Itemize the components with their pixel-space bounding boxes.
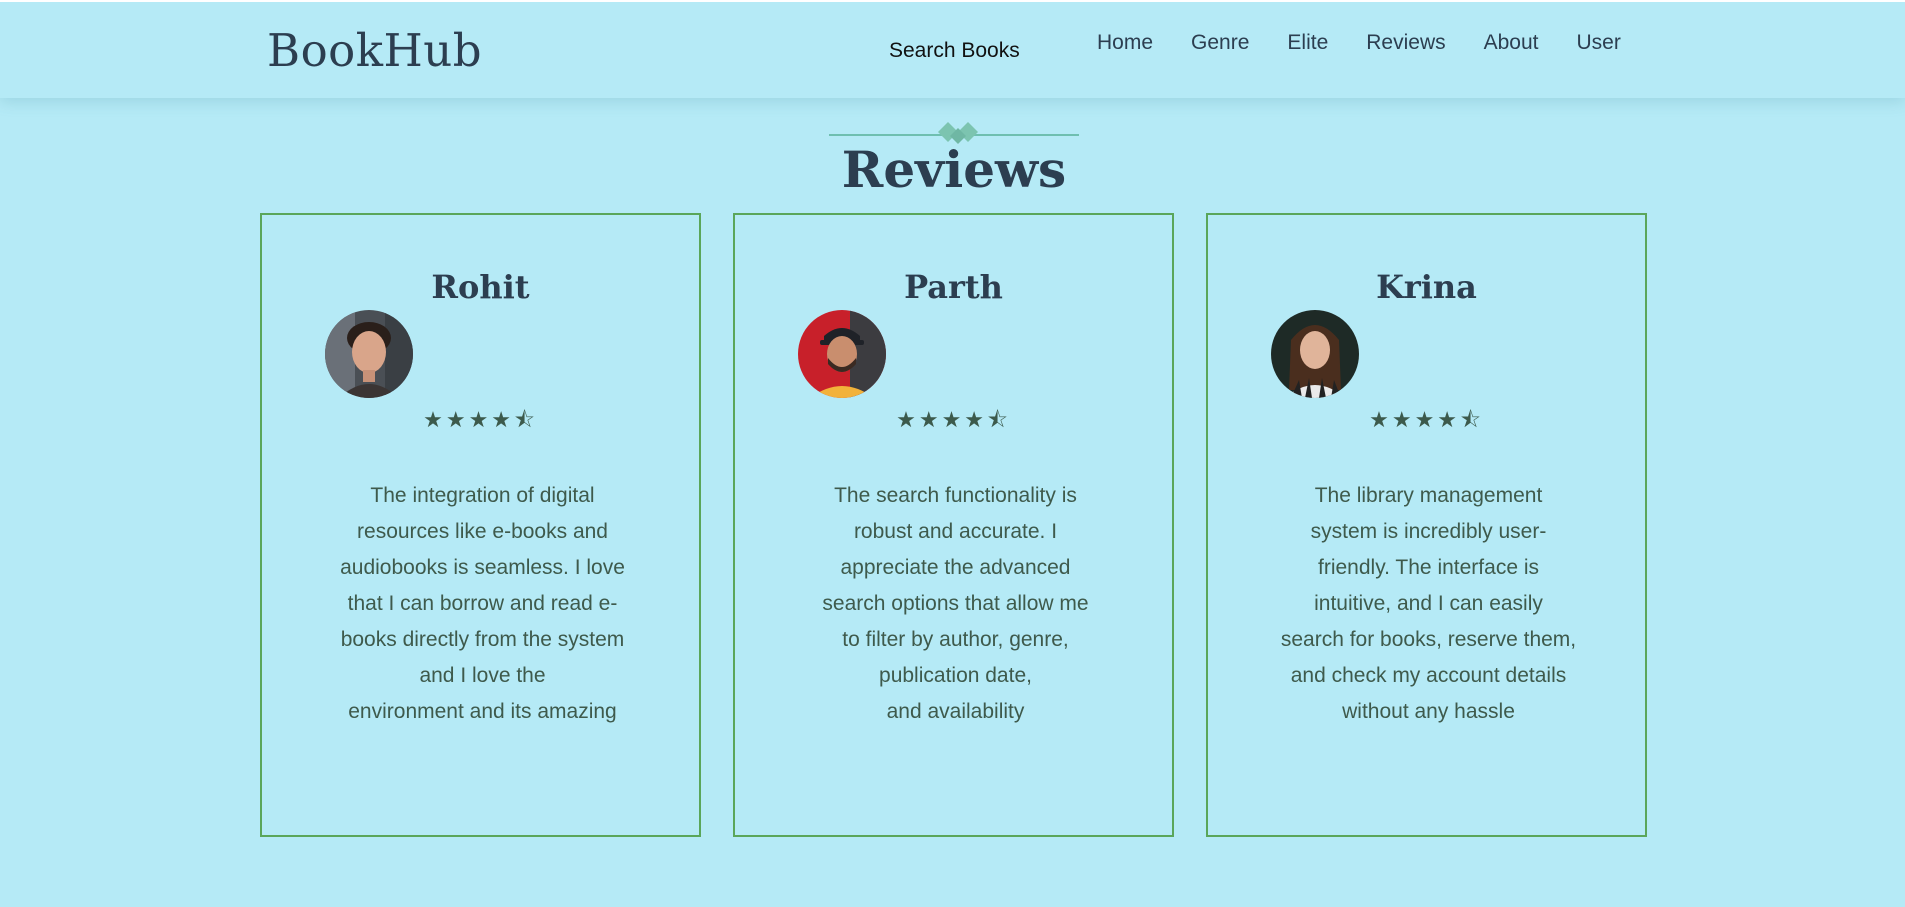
review-card-parth: Parth ★★★★⯪ The search functionality is … xyxy=(733,213,1174,837)
reviewer-name: Rohit xyxy=(431,268,530,306)
site-header: BookHub Search Books Home Genre Elite Re… xyxy=(0,0,1905,98)
avatar xyxy=(798,310,886,398)
reviewer-name: Krina xyxy=(1376,268,1477,306)
avatar xyxy=(325,310,413,398)
review-card-rohit: Rohit ★★★★⯪ The integration of digital r… xyxy=(260,213,701,837)
nav-reviews[interactable]: Reviews xyxy=(1366,31,1445,55)
review-card-krina: Krina ★★★★⯪ The library management syste… xyxy=(1206,213,1647,837)
rating-stars: ★★★★⯪ xyxy=(896,408,1011,433)
reviews-heading: Reviews xyxy=(829,120,1079,200)
rating-stars: ★★★★⯪ xyxy=(423,408,538,433)
nav-about[interactable]: About xyxy=(1484,31,1539,55)
site-logo[interactable]: BookHub xyxy=(267,24,482,77)
review-text: The integration of digital resources lik… xyxy=(340,484,625,723)
nav-user[interactable]: User xyxy=(1577,31,1621,55)
review-text: The library management system is incredi… xyxy=(1280,484,1577,723)
review-text: The search functionality is robust and a… xyxy=(822,484,1089,723)
main-nav: Home Genre Elite Reviews About User xyxy=(1097,31,1659,55)
section-title: Reviews xyxy=(841,140,1067,199)
search-books-link[interactable]: Search Books xyxy=(889,39,1020,63)
reviewer-name: Parth xyxy=(904,268,1003,306)
rating-stars: ★★★★⯪ xyxy=(1369,408,1484,433)
nav-elite[interactable]: Elite xyxy=(1287,31,1328,55)
nav-genre[interactable]: Genre xyxy=(1191,31,1249,55)
avatar xyxy=(1271,310,1359,398)
nav-home[interactable]: Home xyxy=(1097,31,1153,55)
